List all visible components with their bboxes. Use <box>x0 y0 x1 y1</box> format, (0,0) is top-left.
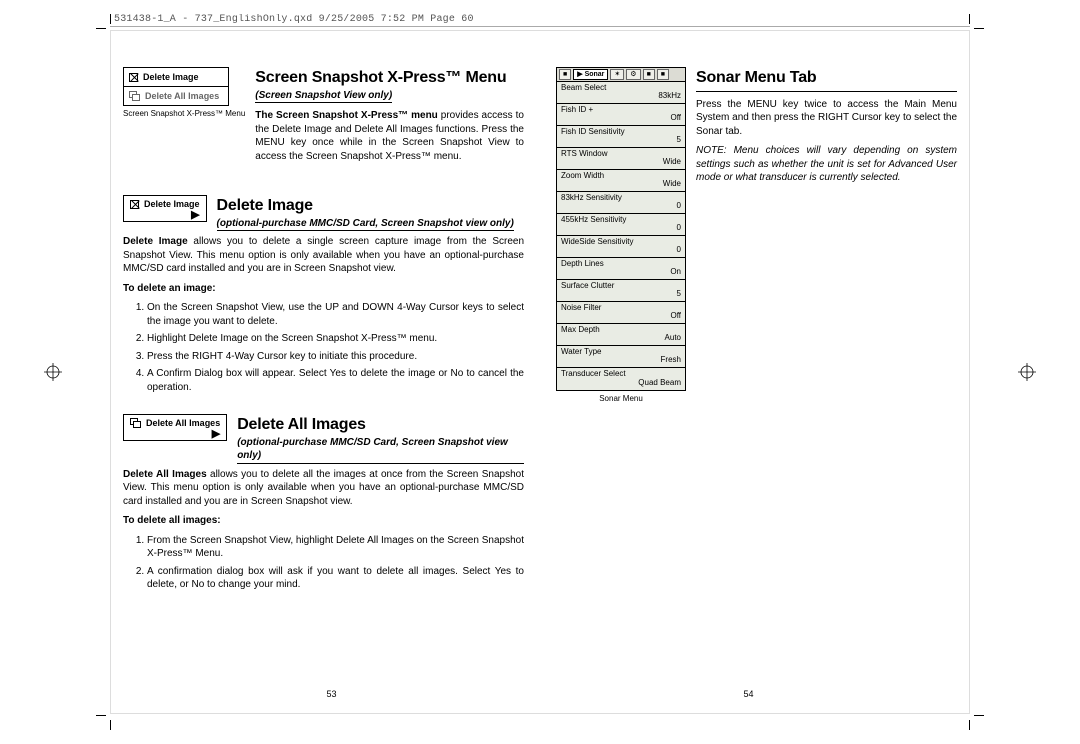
delete-icon <box>129 73 138 82</box>
sheet: Delete Image Delete All Images Screen Sn… <box>110 30 970 714</box>
sonar-row-key: Fish ID Sensitivity <box>561 127 625 138</box>
stack-icon <box>129 91 140 101</box>
sonar-menu-row: Surface Clutter 5 <box>557 280 685 302</box>
page-right: ■ ▶ Sonar ✶ ⚙ ■ ■ Beam Select 83kHz Fish I… <box>550 67 957 673</box>
steps-list: On the Screen Snapshot View, use the UP … <box>147 301 524 394</box>
list-item: A Confirm Dialog box will appear. Select… <box>147 367 524 394</box>
section-subtitle: (optional-purchase MMC/SD Card, Screen S… <box>237 436 524 464</box>
sonar-tabs: ■ ▶ Sonar ✶ ⚙ ■ ■ <box>557 68 685 82</box>
steps-list: From the Screen Snapshot View, highlight… <box>147 534 524 592</box>
menu-item-label: Delete All Images <box>145 90 219 102</box>
sonar-row-key: Max Depth <box>561 325 600 336</box>
registration-mark-icon <box>44 363 62 381</box>
sonar-menu-row: Fish ID Sensitivity 5 <box>557 126 685 148</box>
sonar-row-value: Off <box>670 113 681 124</box>
sonar-row-value: 0 <box>677 245 681 256</box>
sonar-menu-row: Fish ID + Off <box>557 104 685 126</box>
sonar-menu-row: 455kHz Sensitivity 0 <box>557 214 685 236</box>
screen-snapshot-menu-figure: Delete Image Delete All Images <box>123 67 229 106</box>
menu-item-label: Delete Image <box>143 71 199 83</box>
sonar-menu-row: Depth Lines On <box>557 258 685 280</box>
sonar-menu-row: WideSide Sensitivity 0 <box>557 236 685 258</box>
document-slug: 531438-1_A - 737_EnglishOnly.qxd 9/25/20… <box>110 14 970 27</box>
list-item: On the Screen Snapshot View, use the UP … <box>147 301 524 328</box>
page-number-left: 53 <box>123 689 540 699</box>
list-item: A confirmation dialog box will ask if yo… <box>147 565 524 592</box>
sonar-row-value: 0 <box>677 223 681 234</box>
registration-mark-icon <box>1018 363 1036 381</box>
sonar-menu-row: Transducer Select Quad Beam <box>557 368 685 390</box>
list-item: From the Screen Snapshot View, highlight… <box>147 534 524 561</box>
sonar-row-value: 5 <box>677 135 681 146</box>
sonar-row-key: RTS Window <box>561 149 608 160</box>
sonar-menu-row: Max Depth Auto <box>557 324 685 346</box>
sonar-menu-row: Water Type Fresh <box>557 346 685 368</box>
delete-image-menu-figure: Delete Image ▶ <box>123 195 207 222</box>
page-numbers: 53 54 <box>123 689 957 699</box>
tab: ■ <box>559 69 571 80</box>
sonar-row-value: On <box>670 267 681 278</box>
sonar-menu-row: RTS Window Wide <box>557 148 685 170</box>
page: 531438-1_A - 737_EnglishOnly.qxd 9/25/20… <box>0 0 1080 744</box>
sonar-row-key: Water Type <box>561 347 601 358</box>
sonar-row-value: Off <box>670 311 681 322</box>
figure-caption: Screen Snapshot X-Press™ Menu <box>123 109 245 118</box>
sonar-row-value: Auto <box>665 333 681 344</box>
sonar-row-key: 83kHz Sensitivity <box>561 193 622 204</box>
section-subtitle: (optional-purchase MMC/SD Card, Screen S… <box>217 217 514 232</box>
section-title: Sonar Menu Tab <box>696 67 957 89</box>
menu-item-label: Delete All Images <box>146 417 220 429</box>
page-left: Delete Image Delete All Images Screen Sn… <box>123 67 530 673</box>
page-number-right: 54 <box>540 689 957 699</box>
section-body: The Screen Snapshot X-Press™ menu provid… <box>255 109 524 163</box>
section-body: Delete Image allows you to delete a sing… <box>123 235 524 276</box>
sonar-row-key: 455kHz Sensitivity <box>561 215 626 226</box>
tab: ■ <box>657 69 669 80</box>
section-subtitle: (Screen Snapshot View only) <box>255 89 392 104</box>
section-note: NOTE: Menu choices will vary depending o… <box>696 144 957 185</box>
section-body: Delete All Images allows you to delete a… <box>123 468 524 509</box>
delete-icon <box>130 200 139 209</box>
sonar-row-key: Transducer Select <box>561 369 626 380</box>
section-title: Delete All Images <box>237 414 524 436</box>
sonar-menu-row: Zoom Width Wide <box>557 170 685 192</box>
sonar-row-key: Beam Select <box>561 83 606 94</box>
tab: ✶ <box>610 69 624 80</box>
figure-caption: Sonar Menu <box>556 394 686 403</box>
sonar-row-value: Wide <box>663 179 681 190</box>
delete-all-images-menu-figure: Delete All Images ▶ <box>123 414 227 441</box>
sonar-menu-row: Noise Filter Off <box>557 302 685 324</box>
sonar-row-value: Fresh <box>661 355 681 366</box>
tab: ■ <box>643 69 655 80</box>
sonar-menu-row: 83kHz Sensitivity 0 <box>557 192 685 214</box>
list-item: Highlight Delete Image on the Screen Sna… <box>147 332 524 346</box>
sonar-row-value: 0 <box>677 201 681 212</box>
sonar-row-key: Fish ID + <box>561 105 593 116</box>
sonar-menu-figure: ■ ▶ Sonar ✶ ⚙ ■ ■ Beam Select 83kHz Fish I… <box>556 67 686 391</box>
sonar-row-value: 83kHz <box>658 91 681 102</box>
sonar-menu-row: Beam Select 83kHz <box>557 82 685 104</box>
tab-sonar: ▶ Sonar <box>573 69 608 80</box>
list-item: Press the RIGHT 4-Way Cursor key to init… <box>147 350 524 364</box>
section-title: Delete Image <box>217 195 524 217</box>
tab: ⚙ <box>626 69 640 80</box>
sonar-row-key: Surface Clutter <box>561 281 614 292</box>
sonar-row-key: Depth Lines <box>561 259 604 270</box>
stack-icon <box>130 418 141 428</box>
sonar-row-value: 5 <box>677 289 681 300</box>
how-to-label: To delete an image: <box>123 282 524 296</box>
sonar-row-key: WideSide Sensitivity <box>561 237 633 248</box>
how-to-label: To delete all images: <box>123 514 524 528</box>
right-arrow-icon: ▶ <box>130 431 220 438</box>
right-arrow-icon: ▶ <box>130 212 200 219</box>
sonar-row-key: Zoom Width <box>561 171 604 182</box>
section-title: Screen Snapshot X-Press™ Menu <box>255 67 524 89</box>
sonar-row-value: Quad Beam <box>638 378 681 389</box>
section-body: Press the MENU key twice to access the M… <box>696 98 957 139</box>
sonar-row-key: Noise Filter <box>561 303 601 314</box>
sonar-row-value: Wide <box>663 157 681 168</box>
